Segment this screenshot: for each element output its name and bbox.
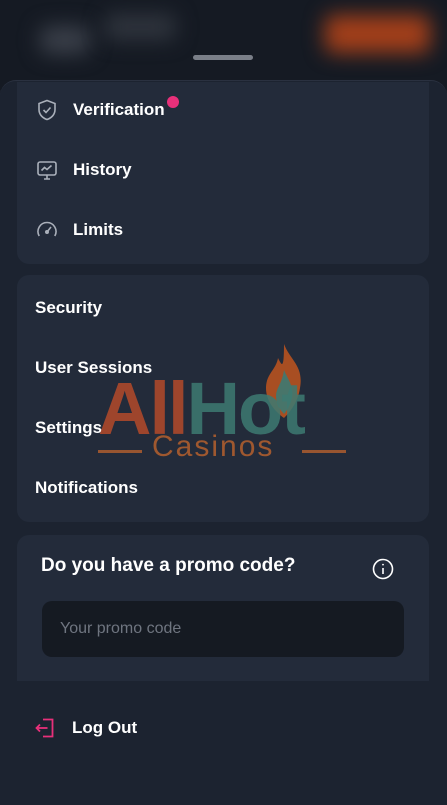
menu-item-label: User Sessions bbox=[35, 358, 153, 377]
menu-item-label: Security bbox=[35, 298, 103, 317]
menu-item-notifications[interactable]: Notifications bbox=[35, 468, 411, 508]
menu-item-limits[interactable]: Limits bbox=[35, 210, 411, 250]
menu-item-label: Settings bbox=[35, 418, 103, 437]
blurred-background-header bbox=[0, 0, 447, 90]
menu-item-security[interactable]: Security bbox=[35, 288, 411, 328]
gauge-icon bbox=[35, 218, 59, 242]
logout-button[interactable]: Log Out bbox=[34, 708, 137, 748]
promo-code-input[interactable] bbox=[42, 601, 404, 657]
menu-item-label: History bbox=[73, 160, 132, 179]
account-menu-card: Verification History Limits bbox=[17, 82, 429, 264]
menu-item-verification[interactable]: Verification bbox=[35, 90, 411, 130]
logout-icon bbox=[34, 717, 56, 739]
menu-item-label: Notifications bbox=[35, 478, 138, 497]
blurred-button bbox=[325, 15, 430, 53]
sheet-drag-handle[interactable] bbox=[193, 55, 253, 60]
menu-item-user-sessions[interactable]: User Sessions bbox=[35, 348, 411, 388]
monitor-chart-icon bbox=[35, 158, 59, 182]
promo-title: Do you have a promo code? bbox=[41, 555, 296, 576]
info-icon[interactable] bbox=[372, 558, 394, 580]
menu-item-label: Limits bbox=[73, 220, 124, 239]
logout-label: Log Out bbox=[72, 718, 138, 737]
menu-item-settings[interactable]: Settings bbox=[35, 408, 411, 448]
blurred-text bbox=[104, 14, 176, 40]
menu-item-label: Verification bbox=[73, 100, 165, 119]
settings-menu-card: Security User Sessions Settings Notifica… bbox=[17, 275, 429, 522]
promo-code-card: Do you have a promo code? bbox=[17, 535, 429, 681]
blurred-logo bbox=[40, 26, 90, 54]
notification-dot bbox=[167, 96, 179, 108]
shield-check-icon bbox=[35, 98, 59, 122]
menu-item-history[interactable]: History bbox=[35, 150, 411, 190]
